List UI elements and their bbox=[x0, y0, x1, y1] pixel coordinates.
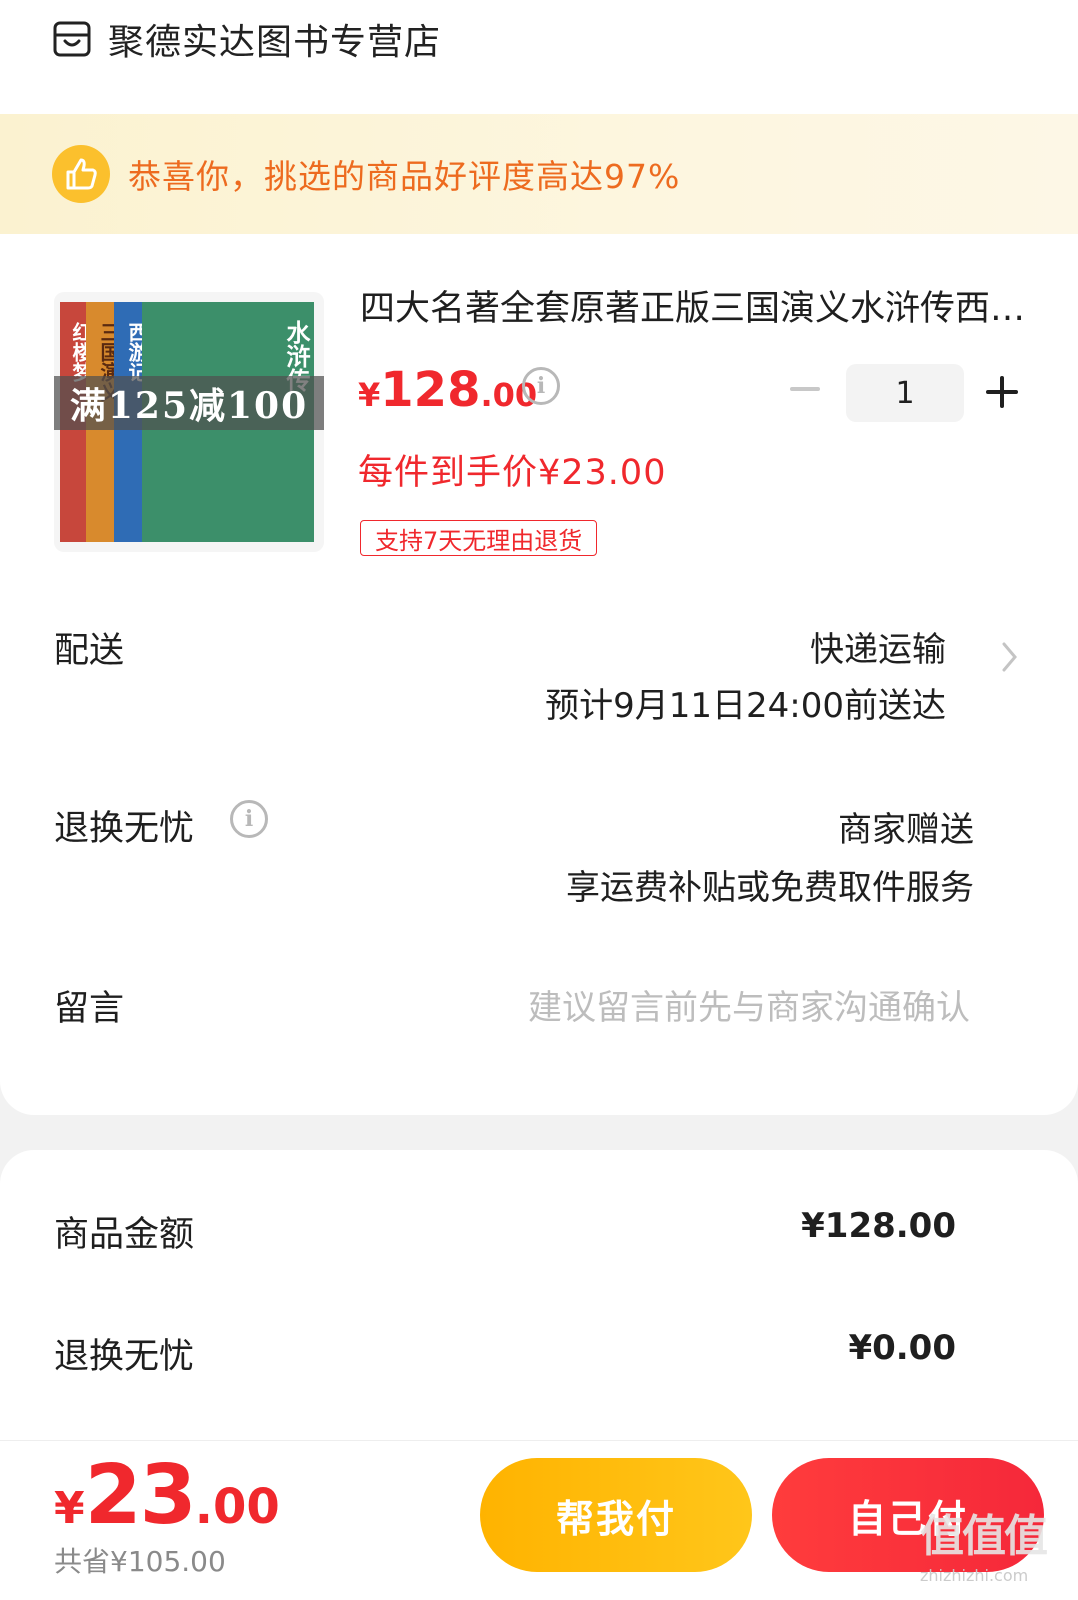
total-price: ¥ 23 .00 bbox=[54, 1448, 280, 1543]
price-info-icon[interactable]: i bbox=[522, 367, 560, 405]
price-integer: 128 bbox=[380, 362, 481, 418]
quantity-decrease-button[interactable] bbox=[788, 372, 822, 406]
return-fee-label: 退换无忧 bbox=[54, 1337, 195, 1377]
watermark-url: zhizhizhi.com bbox=[920, 1566, 1029, 1585]
rating-banner: 恭喜你，挑选的商品好评度高达97% bbox=[0, 114, 1078, 234]
product-title[interactable]: 四大名著全套原著正版三国演义水浒传西游记红楼梦 bbox=[360, 280, 1030, 331]
delivery-estimate: 预计9月11日24:00前送达 bbox=[545, 686, 946, 726]
unit-price: 每件到手价¥23.00 bbox=[358, 453, 667, 493]
return-info-icon[interactable]: i bbox=[230, 800, 268, 838]
watermark-logo: 值值值 bbox=[920, 1511, 1048, 1562]
total-integer: 23 bbox=[84, 1448, 197, 1543]
return-service-value: 商家赠送 bbox=[838, 810, 974, 850]
store-icon bbox=[53, 21, 91, 57]
message-input[interactable]: 建议留言前先与商家沟通确认 bbox=[528, 980, 970, 1029]
message-label: 留言 bbox=[54, 989, 125, 1029]
banner-text: 恭喜你，挑选的商品好评度高达97% bbox=[128, 157, 681, 196]
total-decimal: .00 bbox=[194, 1479, 280, 1535]
delivery-method[interactable]: 快递运输 bbox=[810, 622, 946, 671]
pay-for-me-button[interactable]: 帮我付 bbox=[480, 1458, 752, 1572]
shop-header[interactable]: 聚德实达图书专营店 bbox=[52, 8, 441, 70]
goods-amount-label: 商品金额 bbox=[54, 1215, 195, 1255]
promo-tag: 满125减100 bbox=[54, 376, 324, 430]
price-symbol: ¥ bbox=[358, 376, 381, 414]
product-price: ¥ 128 .00 bbox=[358, 362, 537, 432]
return-fee-value: ¥0.00 bbox=[848, 1328, 956, 1368]
return-policy-badge: 支持7天无理由退货 bbox=[360, 520, 598, 556]
total-symbol: ¥ bbox=[54, 1483, 85, 1534]
return-service-detail: 享运费补贴或免费取件服务 bbox=[566, 868, 974, 908]
delivery-label: 配送 bbox=[54, 631, 125, 671]
return-service-label: 退换无忧 bbox=[54, 809, 195, 849]
saved-amount: 共省¥105.00 bbox=[54, 1545, 226, 1578]
quantity-input[interactable]: 1 bbox=[846, 364, 964, 422]
thumbs-up-icon bbox=[52, 145, 110, 203]
watermark: 值值值 zhizhizhi.com bbox=[920, 1500, 1070, 1596]
shop-name: 聚德实达图书专营店 bbox=[108, 22, 442, 63]
quantity-increase-button[interactable] bbox=[986, 376, 1018, 408]
goods-amount-value: ¥128.00 bbox=[801, 1206, 956, 1246]
chevron-right-icon[interactable] bbox=[1000, 640, 1020, 674]
